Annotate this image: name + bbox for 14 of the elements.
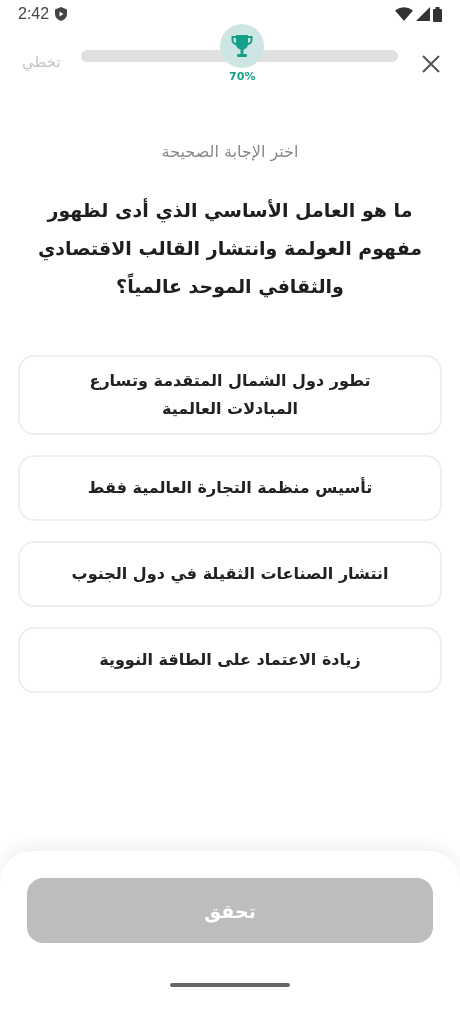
- goal-percent: 70%: [229, 70, 256, 83]
- status-time: 2:42: [18, 5, 50, 23]
- battery-icon: [433, 6, 442, 22]
- answer-option[interactable]: تأسيس منظمة التجارة العالمية فقط: [18, 455, 442, 521]
- close-icon: [422, 55, 440, 73]
- answer-option[interactable]: انتشار الصناعات الثقيلة في دول الجنوب: [18, 541, 442, 607]
- wifi-icon: [395, 7, 413, 21]
- instruction-text: اختر الإجابة الصحيحة: [161, 142, 299, 161]
- answer-option[interactable]: زيادة الاعتماد على الطاقة النووية: [18, 627, 442, 693]
- signal-icon: [416, 7, 430, 21]
- trophy-icon: [231, 34, 254, 58]
- shield-icon: [55, 7, 68, 21]
- question-text: ما هو العامل الأساسي الذي أدى لظهور مفهوم العولمة وانتشار القالب الاقتصادي والثقافي الموحد عالمياً؟: [36, 197, 424, 300]
- answer-option[interactable]: تطور دول الشمال المتقدمة وتسارع المبادلات العالمية: [18, 355, 442, 435]
